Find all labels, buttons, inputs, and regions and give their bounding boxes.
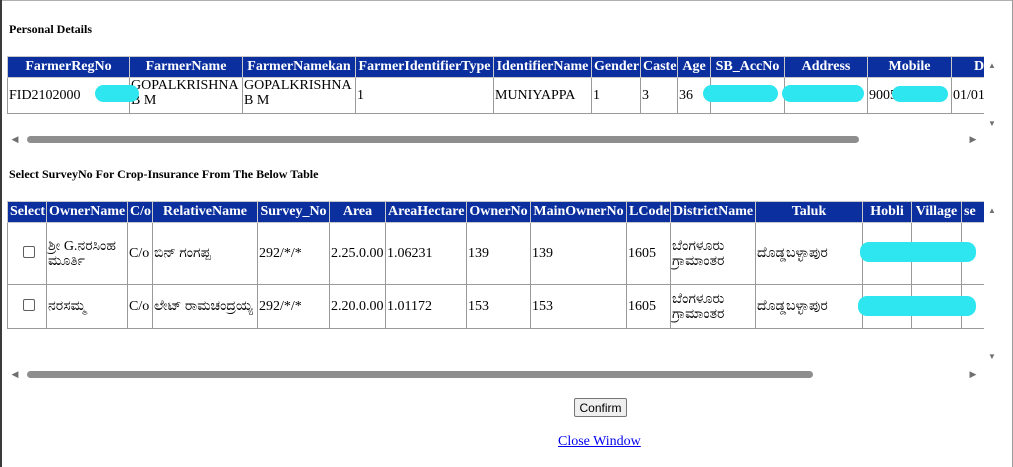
col-relative-name: RelativeName <box>152 201 258 223</box>
cell-identifier-name: MUNIYAPPA <box>493 77 592 114</box>
cell-taluk: ದೊಡ್ಡಬಳ್ಳಾಪುರ <box>755 222 863 285</box>
redaction-mark <box>892 86 948 102</box>
col-main-owner-no: MainOwnerNo <box>530 201 627 223</box>
col-village: Village <box>911 201 962 223</box>
col-age: Age <box>677 56 711 78</box>
window-left-border <box>0 0 2 467</box>
col-gender: Gender <box>591 56 641 78</box>
select-checkbox[interactable] <box>23 245 35 258</box>
col-area-hectare: AreaHectare <box>385 201 467 223</box>
cell-co: C/o <box>127 222 153 285</box>
scroll-up-arrow-icon[interactable]: ▲ <box>985 206 999 216</box>
col-farmer-reg-no: FarmerRegNo <box>7 56 130 78</box>
cell-area: 2.20.0.00 <box>329 284 386 329</box>
scroll-left-arrow-icon[interactable]: ◀ <box>9 132 21 146</box>
cell-survey-no: 292/*/* <box>257 284 330 329</box>
redaction-mark <box>95 85 139 102</box>
redaction-mark <box>782 85 864 102</box>
cell-area-hectare: 1.06231 <box>385 222 467 285</box>
survey-row: ನರಸಮ್ಮ C/o ಲೇಟ್ ರಾಮಚಂದ್ರಯ್ಯ 292/*/* 2.20… <box>7 284 984 329</box>
col-farmer-name: FarmerName <box>129 56 243 78</box>
cell-district-name: ಬೆಂಗಳೂರು ಗ್ರಾಮಾಂತರ <box>670 222 756 285</box>
cell-co: C/o <box>127 284 153 329</box>
col-owner-no: OwnerNo <box>466 201 531 223</box>
cell-owner-no: 153 <box>466 284 531 329</box>
personal-details-title: Personal Details <box>9 22 92 36</box>
scroll-down-arrow-icon[interactable]: ▼ <box>985 352 999 362</box>
survey-table-title: Select SurveyNo For Crop-Insurance From … <box>9 167 319 181</box>
col-co: C/o <box>127 201 153 223</box>
survey-header-row: Select OwnerName C/o RelativeName Survey… <box>7 201 984 223</box>
cell-owner-name: ಶ್ರೀ G.ನರಸಿಂಹ ಮೂರ್ತಿ <box>46 222 128 285</box>
col-caste: Caste <box>640 56 678 78</box>
cell-district-name: ಬೆಂಗಳೂರು ಗ್ರಾಮಾಂತರ <box>670 284 756 329</box>
col-mobile: Mobile <box>867 56 952 78</box>
confirm-button[interactable]: Confirm <box>574 398 627 417</box>
cell-owner-name: ನರಸಮ್ಮ <box>46 284 128 329</box>
cell-lcode: 1605 <box>626 222 671 285</box>
col-identifier-name: IdentifierName <box>493 56 592 78</box>
close-window-link[interactable]: Close Window <box>558 434 641 450</box>
redaction-mark <box>860 242 976 262</box>
col-lcode: LCode <box>626 201 671 223</box>
col-owner-name: OwnerName <box>46 201 128 223</box>
cell-caste: 3 <box>640 77 678 114</box>
col-area: Area <box>329 201 386 223</box>
col-sb-acc-no: SB_AccNo <box>710 56 785 78</box>
scroll-thumb[interactable] <box>27 136 859 143</box>
cell-main-owner-no: 139 <box>530 222 627 285</box>
personal-header-row: FarmerRegNo FarmerName FarmerNamekan Far… <box>7 56 984 78</box>
personal-vertical-scrollbar[interactable]: ▲ ▼ <box>985 61 999 131</box>
cell-taluk: ದೊಡ್ಡಬಳ್ಳಾಪುರ <box>755 284 863 329</box>
scroll-right-arrow-icon[interactable]: ▶ <box>967 367 979 381</box>
redaction-mark <box>703 85 778 102</box>
cell-farmer-name-kan: GOPALKRISHNA B M <box>242 77 356 114</box>
personal-horizontal-scrollbar[interactable]: ◀ ▶ <box>9 132 979 146</box>
col-district-name: DistrictName <box>670 201 756 223</box>
survey-horizontal-scrollbar[interactable]: ◀ ▶ <box>9 367 979 381</box>
survey-grid: Select OwnerName C/o RelativeName Survey… <box>7 201 984 329</box>
survey-vertical-scrollbar[interactable]: ▲ ▼ <box>985 206 999 364</box>
cell-farmer-name: GOPALKRISHNA B M <box>129 77 243 114</box>
cell-owner-no: 139 <box>466 222 531 285</box>
scroll-right-arrow-icon[interactable]: ▶ <box>967 132 979 146</box>
cell-relative-name: ಲೇಟ್ ರಾಮಚಂದ್ರಯ್ಯ <box>152 284 258 329</box>
cell-relative-name: ಬಿನ್ ಗಂಗಪ್ಪ <box>152 222 258 285</box>
col-address: Address <box>784 56 868 78</box>
cell-survey-no: 292/*/* <box>257 222 330 285</box>
col-taluk: Taluk <box>755 201 863 223</box>
scroll-thumb[interactable] <box>27 371 813 378</box>
col-farmer-name-kan: FarmerNamekan <box>242 56 356 78</box>
survey-table: Select OwnerName C/o RelativeName Survey… <box>7 201 984 329</box>
scroll-left-arrow-icon[interactable]: ◀ <box>9 367 21 381</box>
col-select: Select <box>7 201 47 223</box>
cell-area: 2.25.0.00 <box>329 222 386 285</box>
scroll-up-arrow-icon[interactable]: ▲ <box>985 61 999 71</box>
select-cell <box>7 222 47 285</box>
col-farmer-identifier-type: FarmerIdentifierType <box>355 56 494 78</box>
redaction-mark <box>858 296 976 316</box>
col-se: se <box>961 201 984 223</box>
select-checkbox[interactable] <box>23 298 35 311</box>
cell-area-hectare: 1.01172 <box>385 284 467 329</box>
col-dob: DO <box>951 56 984 78</box>
cell-lcode: 1605 <box>626 284 671 329</box>
cell-identifier-type: 1 <box>355 77 494 114</box>
col-survey-no: Survey_No <box>257 201 330 223</box>
cell-gender: 1 <box>591 77 641 114</box>
cell-main-owner-no: 153 <box>530 284 627 329</box>
scroll-down-arrow-icon[interactable]: ▼ <box>985 119 999 129</box>
survey-row: ಶ್ರೀ G.ನರಸಿಂಹ ಮೂರ್ತಿ C/o ಬಿನ್ ಗಂಗಪ್ಪ 292… <box>7 222 984 285</box>
window-top-border <box>0 0 1013 1</box>
select-cell <box>7 284 47 329</box>
cell-dob: 01/01/ <box>951 77 984 114</box>
col-hobli: Hobli <box>862 201 912 223</box>
